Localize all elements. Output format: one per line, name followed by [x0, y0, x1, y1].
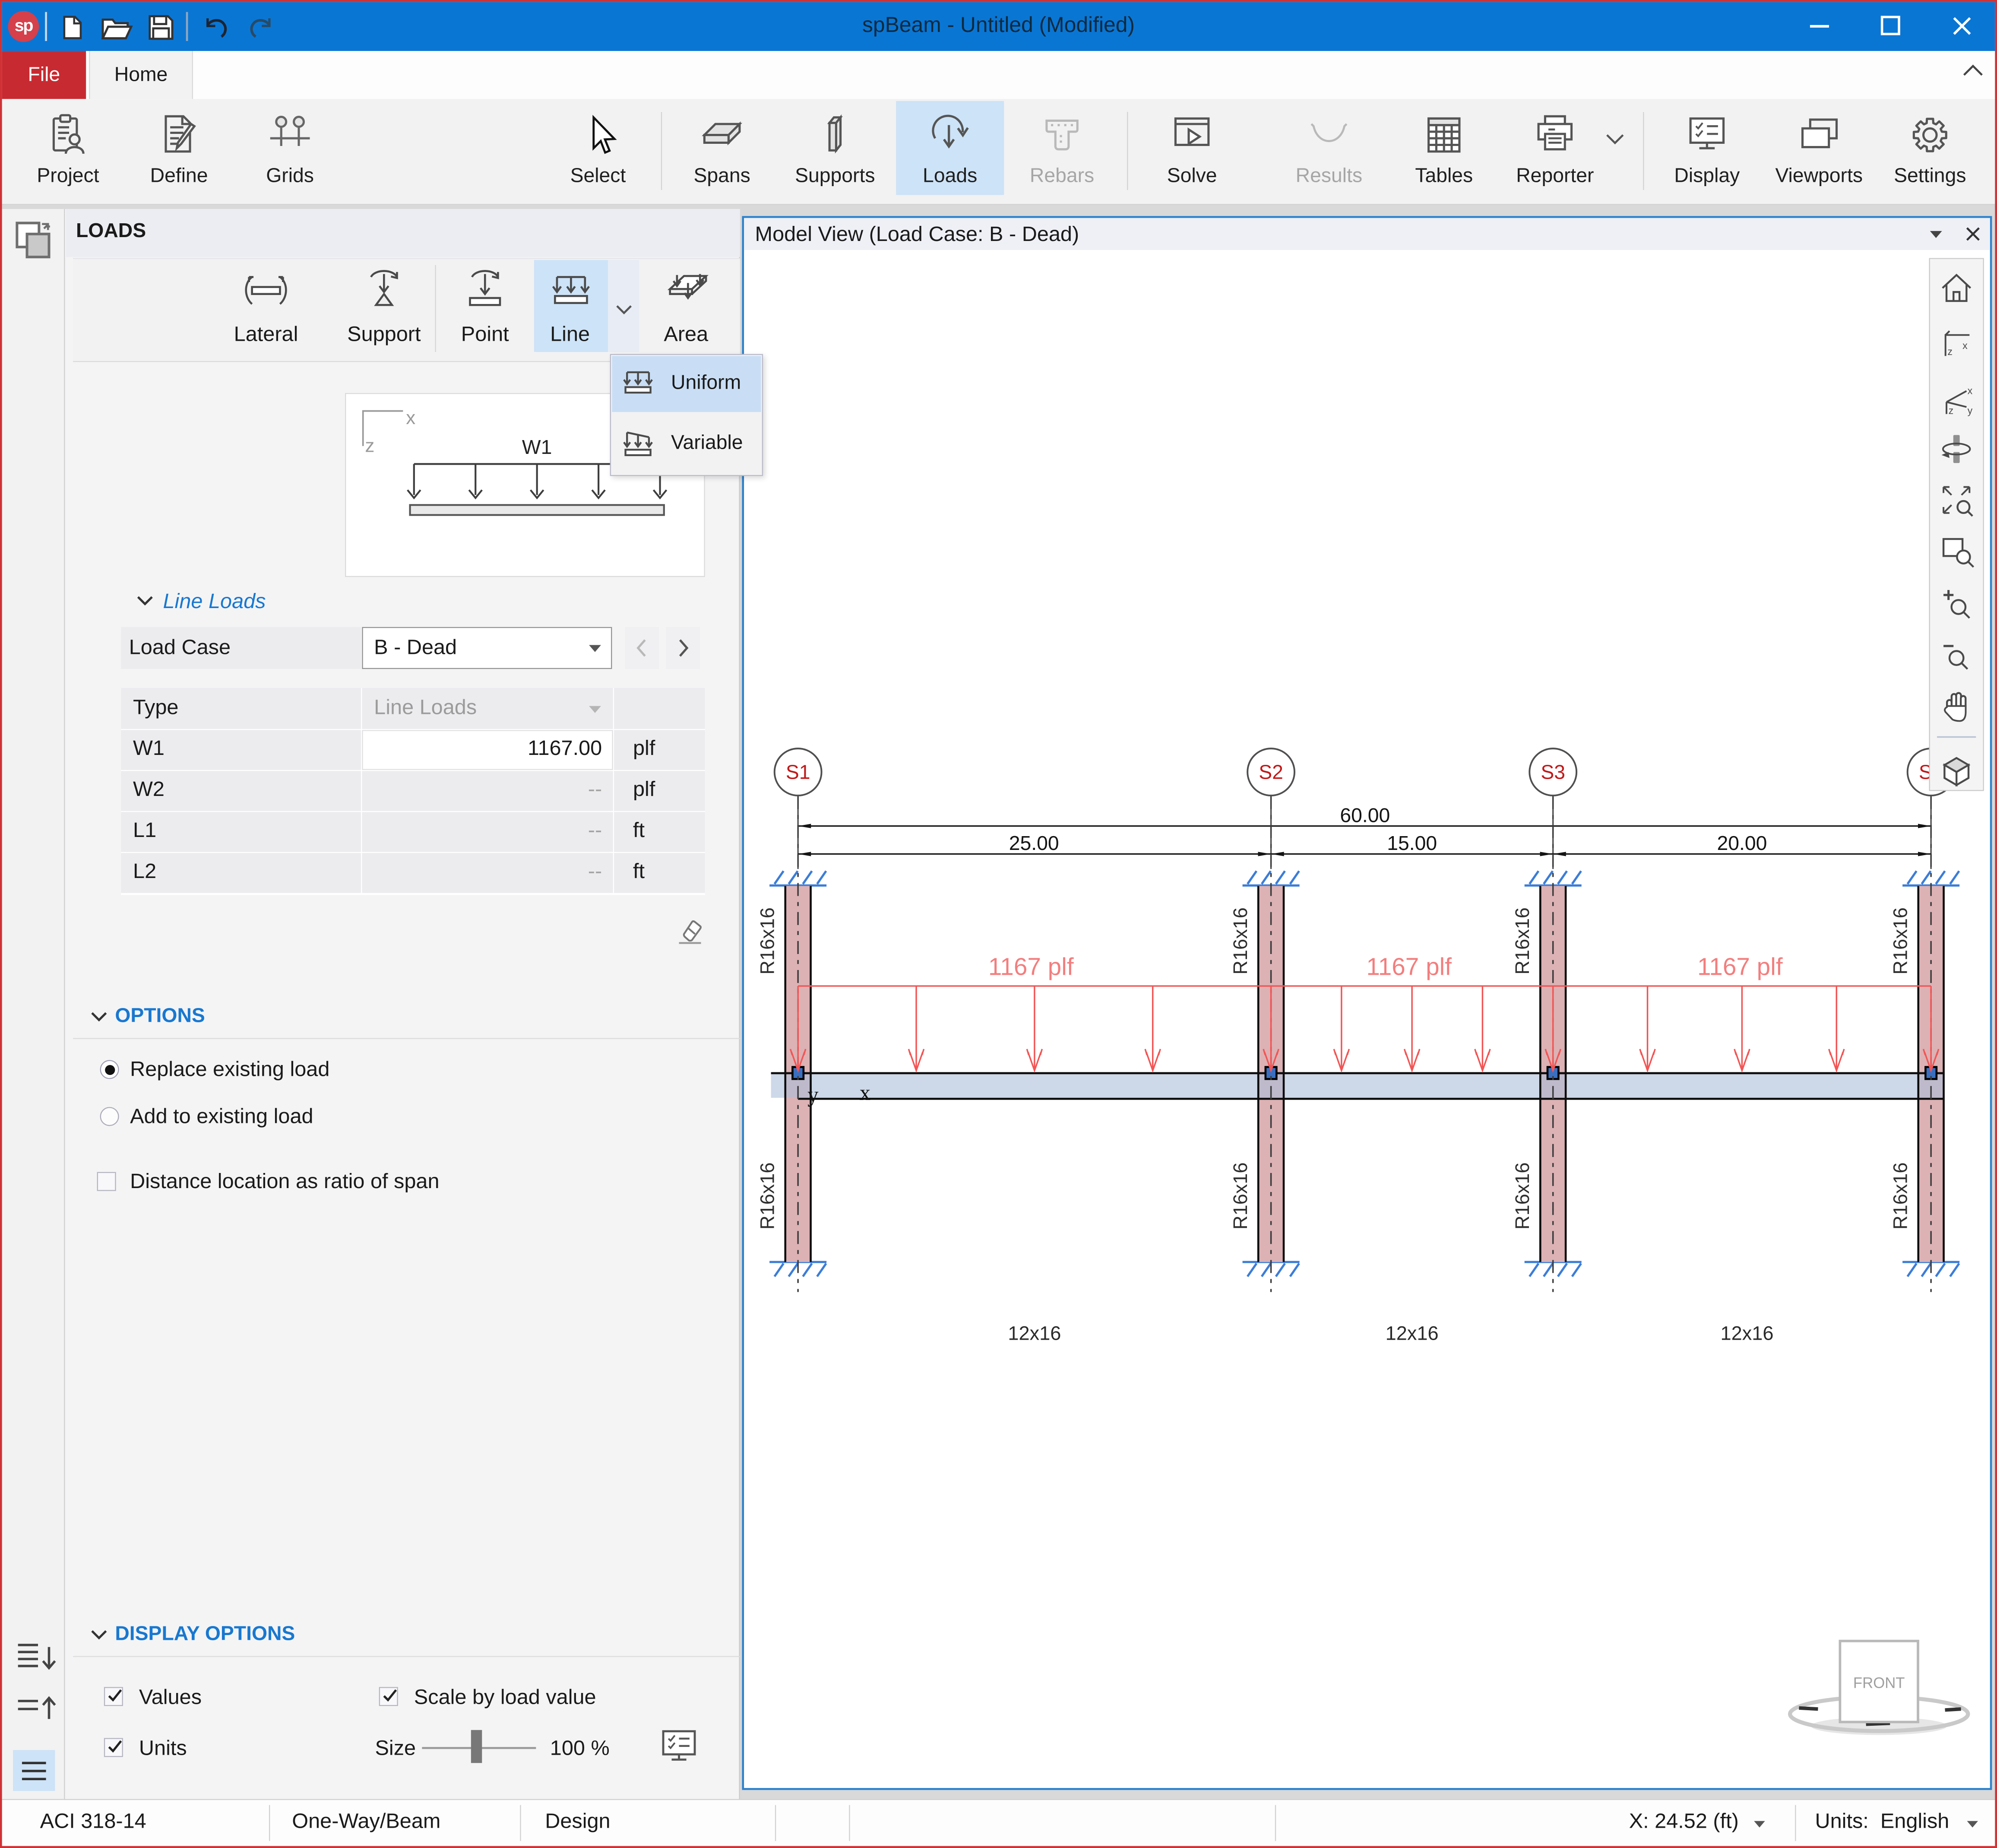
svg-text:x: x: [406, 407, 415, 428]
svg-text:y: y: [807, 1083, 819, 1107]
svg-text:1167 plf: 1167 plf: [988, 954, 1074, 981]
svg-text:R16x16: R16x16: [756, 1163, 779, 1230]
svg-text:15.00: 15.00: [1387, 832, 1437, 854]
svg-text:R16x16: R16x16: [1889, 1163, 1912, 1230]
svg-text:R16x16: R16x16: [1229, 907, 1251, 975]
svg-text:R16x16: R16x16: [1511, 907, 1533, 975]
svg-text:12x16: 12x16: [1386, 1322, 1439, 1344]
svg-text:W1: W1: [522, 436, 552, 458]
svg-text:R16x16: R16x16: [1889, 907, 1912, 975]
svg-text:S3: S3: [1541, 761, 1565, 783]
svg-text:S2: S2: [1259, 761, 1283, 783]
svg-text:20.00: 20.00: [1717, 832, 1767, 854]
svg-text:S1: S1: [786, 761, 810, 783]
svg-text:x: x: [860, 1081, 870, 1105]
svg-text:z: z: [365, 435, 374, 456]
svg-text:R16x16: R16x16: [1511, 1163, 1533, 1230]
svg-text:12x16: 12x16: [1008, 1322, 1061, 1344]
svg-text:FRONT: FRONT: [1853, 1675, 1905, 1692]
svg-text:z: z: [1949, 405, 1954, 416]
svg-text:y: y: [1968, 405, 1973, 416]
svg-text:25.00: 25.00: [1009, 832, 1059, 854]
svg-text:x: x: [1962, 340, 1968, 351]
svg-text:x: x: [1968, 385, 1973, 396]
svg-text:R16x16: R16x16: [1229, 1163, 1251, 1230]
svg-text:z: z: [1947, 346, 1953, 357]
svg-text:12x16: 12x16: [1720, 1322, 1773, 1344]
svg-text:1167 plf: 1167 plf: [1366, 954, 1452, 981]
svg-text:R16x16: R16x16: [756, 907, 779, 975]
svg-text:1167 plf: 1167 plf: [1697, 954, 1783, 981]
svg-text:60.00: 60.00: [1340, 804, 1390, 826]
